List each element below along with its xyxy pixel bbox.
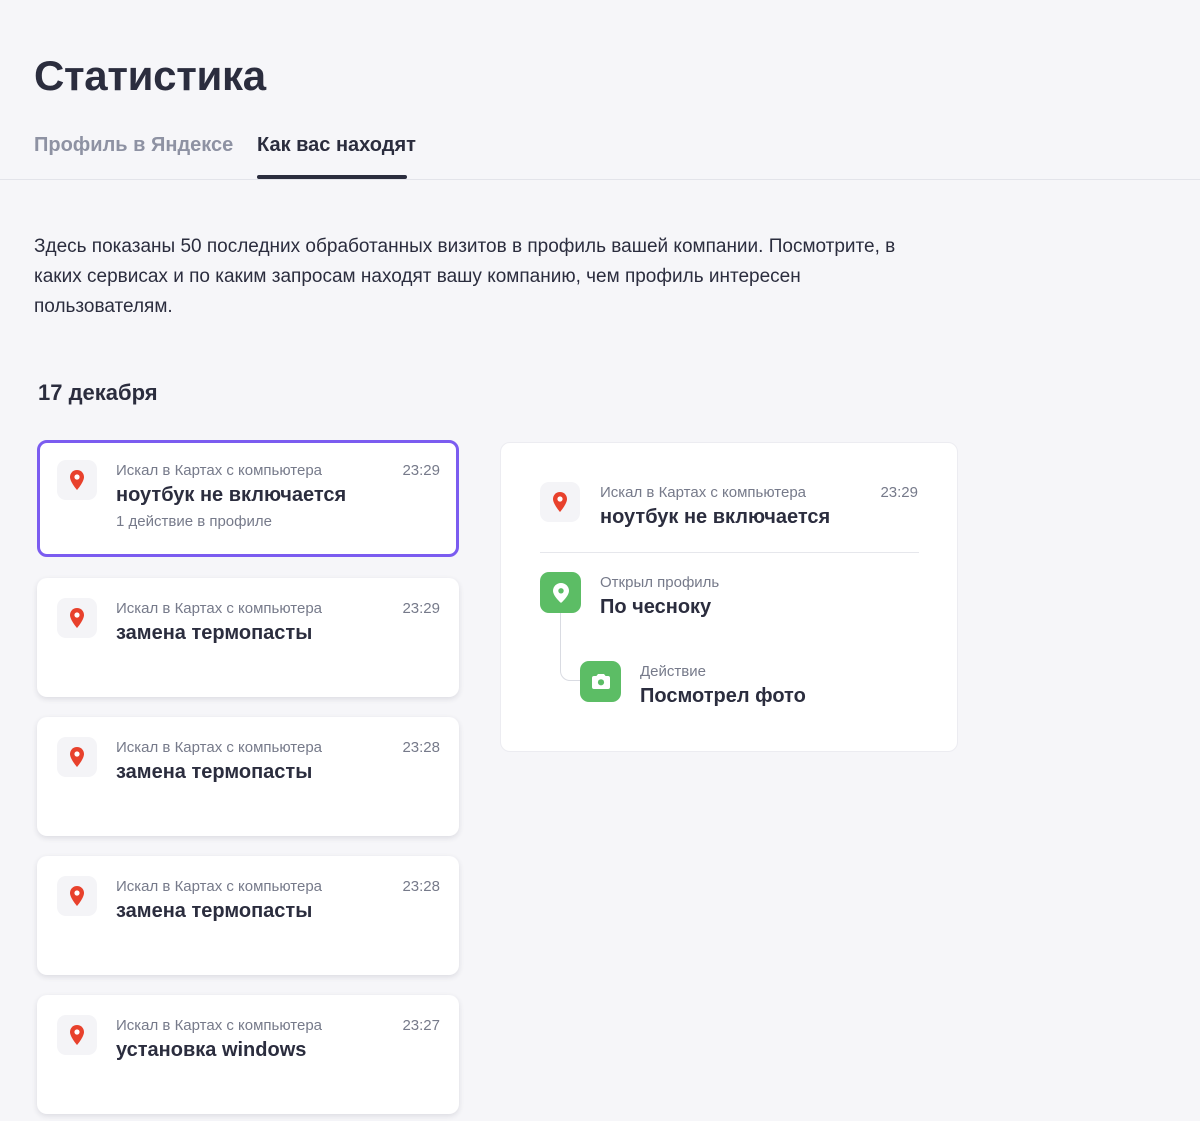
visit-actions-count: 1 действие в профиле (116, 513, 272, 530)
yandex-maps-pin-icon (57, 876, 97, 916)
statistics-page: Статистика Профиль в Яндексе Как вас нах… (0, 0, 1200, 1121)
visit-time: 23:28 (402, 878, 440, 895)
step-connector (560, 613, 580, 681)
yandex-maps-pin-icon (57, 598, 97, 638)
tab-yandex-profile[interactable]: Профиль в Яндексе (34, 134, 233, 157)
detail-divider (540, 552, 919, 553)
visit-time: 23:27 (402, 1017, 440, 1034)
active-tab-indicator (257, 175, 407, 179)
detail-query: ноутбук не включается (600, 506, 831, 528)
step-value: По чесноку (600, 596, 712, 618)
tab-how-found[interactable]: Как вас находят (257, 134, 416, 157)
visit-query: замена термопасты (116, 761, 313, 783)
visit-source: Искал в Картах с компьютера (116, 462, 323, 479)
yandex-maps-pin-icon (540, 482, 580, 522)
visit-query: замена термопасты (116, 900, 313, 922)
step-label: Открыл профиль (600, 574, 720, 591)
visit-query: замена термопасты (116, 622, 313, 644)
yandex-maps-pin-icon (57, 1015, 97, 1055)
tab-bar: Профиль в Яндексе Как вас находят (0, 126, 1200, 180)
visit-query: ноутбук не включается (116, 484, 347, 506)
visit-time: 23:29 (402, 462, 440, 479)
page-description: Здесь показаны 50 последних обработанных… (34, 236, 896, 317)
visit-query: установка windows (116, 1039, 307, 1061)
visit-source: Искал в Картах с компьютера (116, 1017, 323, 1034)
visit-detail-panel: Искал в Картах с компьютера 23:29 ноутбу… (500, 442, 958, 752)
visit-source: Искал в Картах с компьютера (116, 600, 323, 617)
page-title: Статистика (34, 52, 266, 99)
detail-time: 23:29 (880, 484, 918, 501)
visit-card[interactable]: Искал в Картах с компьютера 23:28 замена… (37, 717, 459, 836)
map-pin-icon (540, 572, 581, 613)
visit-time: 23:29 (402, 600, 440, 617)
visit-source: Искал в Картах с компьютера (116, 878, 323, 895)
yandex-maps-pin-icon (57, 737, 97, 777)
yandex-maps-pin-icon (57, 460, 97, 500)
step-value: Посмотрел фото (640, 685, 806, 707)
visit-card[interactable]: Искал в Картах с компьютера 23:28 замена… (37, 856, 459, 975)
detail-source: Искал в Картах с компьютера (600, 484, 807, 501)
visit-card[interactable]: Искал в Картах с компьютера 23:27 устано… (37, 995, 459, 1114)
visit-card[interactable]: Искал в Картах с компьютера 23:29 замена… (37, 578, 459, 697)
visit-card[interactable]: Искал в Картах с компьютера 23:29 ноутбу… (37, 440, 459, 557)
camera-icon (580, 661, 621, 702)
visit-source: Искал в Картах с компьютера (116, 739, 323, 756)
date-heading: 17 декабря (38, 380, 158, 405)
step-label: Действие (640, 663, 706, 680)
visit-time: 23:28 (402, 739, 440, 756)
